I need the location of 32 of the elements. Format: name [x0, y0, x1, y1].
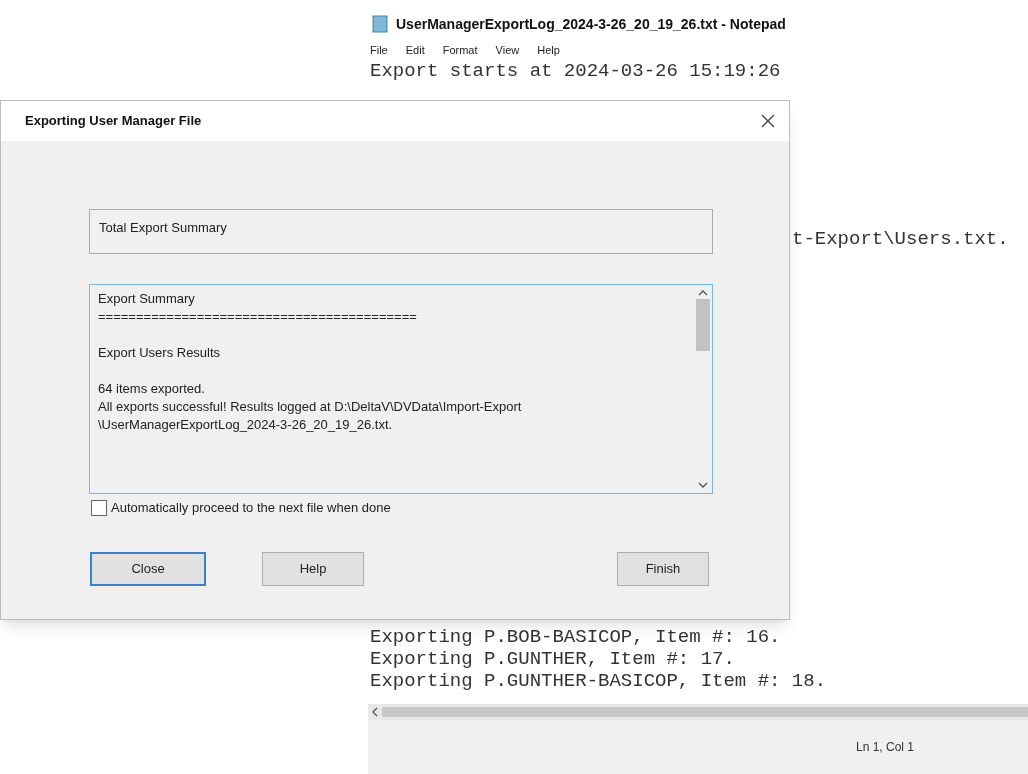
- text-line: Exporting P.GUNTHER-BASICOP, Item #: 18.: [370, 670, 827, 692]
- checkbox-label: Automatically proceed to the next file when done: [111, 499, 391, 517]
- menu-item[interactable]: Edit: [405, 41, 425, 59]
- menu-item[interactable]: File: [370, 41, 388, 59]
- dialog-title: Exporting User Manager File: [25, 112, 202, 131]
- menu-item[interactable]: View: [495, 41, 520, 59]
- scrollbar-thumb[interactable]: [696, 299, 710, 351]
- summary-line: \UserManagerExportLog_2024-3-26_20_19_26.txt.: [98, 416, 393, 434]
- dialog-button[interactable]: Finish: [617, 551, 709, 586]
- notepad-icon: [372, 15, 388, 33]
- close-icon[interactable]: [761, 114, 775, 128]
- text-line: Export starts at 2024-03-26 15:19:26: [370, 60, 781, 82]
- summary-line: Export Users Results: [98, 344, 221, 362]
- scroll-up-icon[interactable]: [698, 289, 708, 297]
- horizontal-scrollbar[interactable]: [368, 704, 1028, 720]
- summary-line: ==========================================: [98, 308, 417, 326]
- text-line: Exporting P.BOB-BASICOP, Item #: 16.: [370, 626, 781, 648]
- menu-item[interactable]: Format: [442, 41, 478, 59]
- text-line: Exporting P.GUNTHER, Item #: 17.: [370, 648, 735, 670]
- checkbox[interactable]: [91, 499, 107, 516]
- text-line: t-Export\Users.txt.: [792, 228, 1009, 250]
- dialog-button[interactable]: Help: [262, 551, 364, 586]
- summary-line: 64 items exported.: [98, 380, 205, 398]
- summary-line: All exports successful! Results logged at D:\DeltaV\DVData\Import-Export: [98, 398, 522, 416]
- scroll-down-icon[interactable]: [698, 481, 708, 489]
- window-title: UserManagerExportLog_2024-3-26_20_19_26.txt - Notepad: [396, 14, 786, 34]
- menu-item[interactable]: Help: [537, 41, 560, 59]
- cursor-position: Ln 1, Col 1: [856, 739, 915, 756]
- dialog-button[interactable]: Close: [90, 551, 206, 586]
- summary-line: Export Summary: [98, 290, 195, 308]
- total-summary-box: Total Export Summary: [89, 209, 713, 254]
- summary-text-area[interactable]: [89, 284, 713, 494]
